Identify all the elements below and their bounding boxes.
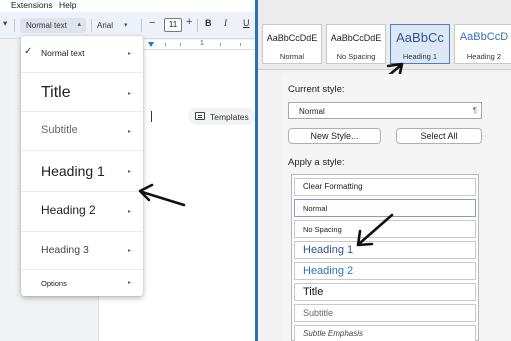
menu-divider — [21, 269, 143, 270]
menu-item-normal-text[interactable]: ✓ Normal text ▸ — [21, 46, 143, 62]
annotation-arrow-left — [138, 183, 186, 207]
menu-item-heading-1[interactable]: Heading 1 ▸ — [21, 160, 143, 184]
underline-button[interactable]: U — [243, 18, 250, 28]
menu-divider — [21, 150, 143, 151]
paragraph-style-value: Normal text — [26, 21, 67, 30]
menu-item-label: Heading 3 — [41, 244, 89, 256]
word-styles-pane: AaBbCcDdE Normal AaBbCcDdE No Spacing Aa… — [258, 0, 511, 341]
style-item-label: Heading 1 — [303, 244, 354, 256]
menu-item-title[interactable]: Title ▸ — [21, 80, 143, 106]
current-style-value: Normal — [299, 107, 325, 116]
gallery-label: Normal — [279, 52, 305, 61]
menu-divider — [21, 111, 143, 112]
menu-divider — [21, 231, 143, 232]
submenu-arrow-icon: ▸ — [128, 209, 132, 215]
style-item-clear-formatting[interactable]: Clear Formatting — [294, 178, 476, 196]
increase-font-size-button[interactable]: + — [186, 16, 192, 28]
ruler-number: 1 — [200, 40, 204, 47]
check-icon: ✓ — [24, 46, 33, 57]
toolbar-divider — [91, 19, 92, 32]
submenu-arrow-icon: ▸ — [128, 51, 132, 57]
indent-marker-icon[interactable] — [148, 42, 154, 47]
gallery-sample: AaBbCcDdE — [330, 33, 382, 43]
style-item-label: Heading 2 — [303, 265, 354, 277]
select-all-button[interactable]: Select All — [396, 128, 482, 144]
ruler-tick — [180, 43, 181, 46]
style-item-label: Subtitle — [303, 308, 334, 318]
new-style-button[interactable]: New Style... — [288, 128, 381, 144]
menu-item-label: Heading 2 — [41, 203, 96, 217]
menu-item-label: Title — [41, 84, 71, 101]
style-item-label: Normal — [303, 204, 328, 213]
submenu-arrow-icon: ▸ — [128, 169, 132, 175]
text-cursor — [151, 111, 152, 122]
menu-item-heading-2[interactable]: Heading 2 ▸ — [21, 200, 143, 224]
menu-item-label: Subtitle — [41, 124, 78, 136]
style-item-label: Subtle Emphasis — [303, 329, 364, 338]
italic-button[interactable]: I — [224, 18, 227, 28]
menu-item-subtitle[interactable]: Subtitle ▸ — [21, 120, 143, 144]
gallery-style-normal[interactable]: AaBbCcDdE Normal — [262, 24, 322, 64]
templates-button[interactable]: Templates — [188, 108, 256, 125]
gallery-style-heading-2[interactable]: AaBbCcD Heading 2 — [454, 24, 511, 64]
style-item-label: No Spacing — [303, 225, 342, 234]
apply-style-list: Clear Formatting Normal No Spacing Headi… — [291, 174, 479, 341]
gallery-sample: AaBbCc — [396, 30, 444, 45]
bold-button[interactable]: B — [205, 18, 212, 28]
menu-divider — [21, 72, 143, 73]
paragraph-style-menu: ✓ Normal text ▸ Title ▸ Subtitle ▸ Headi… — [21, 36, 143, 296]
formatting-toolbar: ▾ Normal text ▴ Arial ▾ − 11 + B I U — [0, 12, 256, 39]
menu-item-label: Options — [41, 279, 67, 288]
menu-help[interactable]: Help — [59, 0, 76, 10]
current-style-label: Current style: — [288, 84, 345, 95]
style-item-subtitle[interactable]: Subtitle — [294, 304, 476, 322]
menu-bar: Extensions Help — [0, 0, 256, 12]
style-item-heading-2[interactable]: Heading 2 — [294, 262, 476, 280]
style-item-title[interactable]: Title — [294, 283, 476, 301]
templates-icon — [195, 112, 205, 120]
caret-down-icon[interactable]: ▾ — [124, 21, 128, 29]
menu-item-heading-3[interactable]: Heading 3 ▸ — [21, 240, 143, 262]
submenu-arrow-icon: ▸ — [128, 91, 132, 97]
google-docs-pane: Extensions Help ▾ Normal text ▴ Arial ▾ … — [0, 0, 256, 341]
toolbar-divider — [141, 19, 142, 32]
submenu-arrow-icon: ▸ — [128, 129, 132, 135]
style-item-subtle-emphasis[interactable]: Subtle Emphasis — [294, 325, 476, 341]
font-family-select[interactable]: Arial — [97, 21, 113, 30]
pilcrow-icon: ¶ — [472, 106, 477, 115]
templates-label: Templates — [210, 112, 249, 122]
menu-item-label: Normal text — [41, 48, 85, 58]
chevron-down-icon[interactable]: ▾ — [3, 18, 7, 29]
font-size-input[interactable]: 11 — [164, 18, 182, 32]
ruler-tick — [240, 43, 241, 46]
menu-item-options[interactable]: Options ▸ — [21, 276, 143, 292]
menu-divider — [21, 191, 143, 192]
submenu-arrow-icon: ▸ — [128, 248, 132, 254]
styles-panel: Current style: Normal ¶ New Style... Sel… — [282, 74, 511, 341]
paragraph-style-select[interactable]: Normal text ▴ — [20, 18, 86, 33]
style-item-label: Title — [303, 286, 324, 298]
apply-style-label: Apply a style: — [288, 157, 345, 168]
gallery-sample: AaBbCcDdE — [266, 33, 318, 43]
caret-down-icon: ▴ — [77, 21, 81, 28]
ruler-tick — [165, 43, 166, 46]
gallery-label: Heading 2 — [466, 52, 502, 61]
gallery-sample: AaBbCcD — [459, 31, 509, 43]
current-style-field[interactable]: Normal ¶ — [288, 102, 482, 119]
style-item-label: Clear Formatting — [303, 182, 363, 191]
toolbar-divider — [14, 19, 15, 32]
decrease-font-size-button[interactable]: − — [149, 17, 155, 29]
menu-extensions[interactable]: Extensions — [11, 0, 53, 10]
ruler — [142, 40, 256, 50]
submenu-arrow-icon: ▸ — [128, 280, 132, 286]
annotation-arrow-down-left — [356, 213, 394, 247]
ruler-tick — [220, 43, 221, 46]
menu-item-label: Heading 1 — [41, 163, 105, 179]
toolbar-divider — [197, 19, 198, 32]
